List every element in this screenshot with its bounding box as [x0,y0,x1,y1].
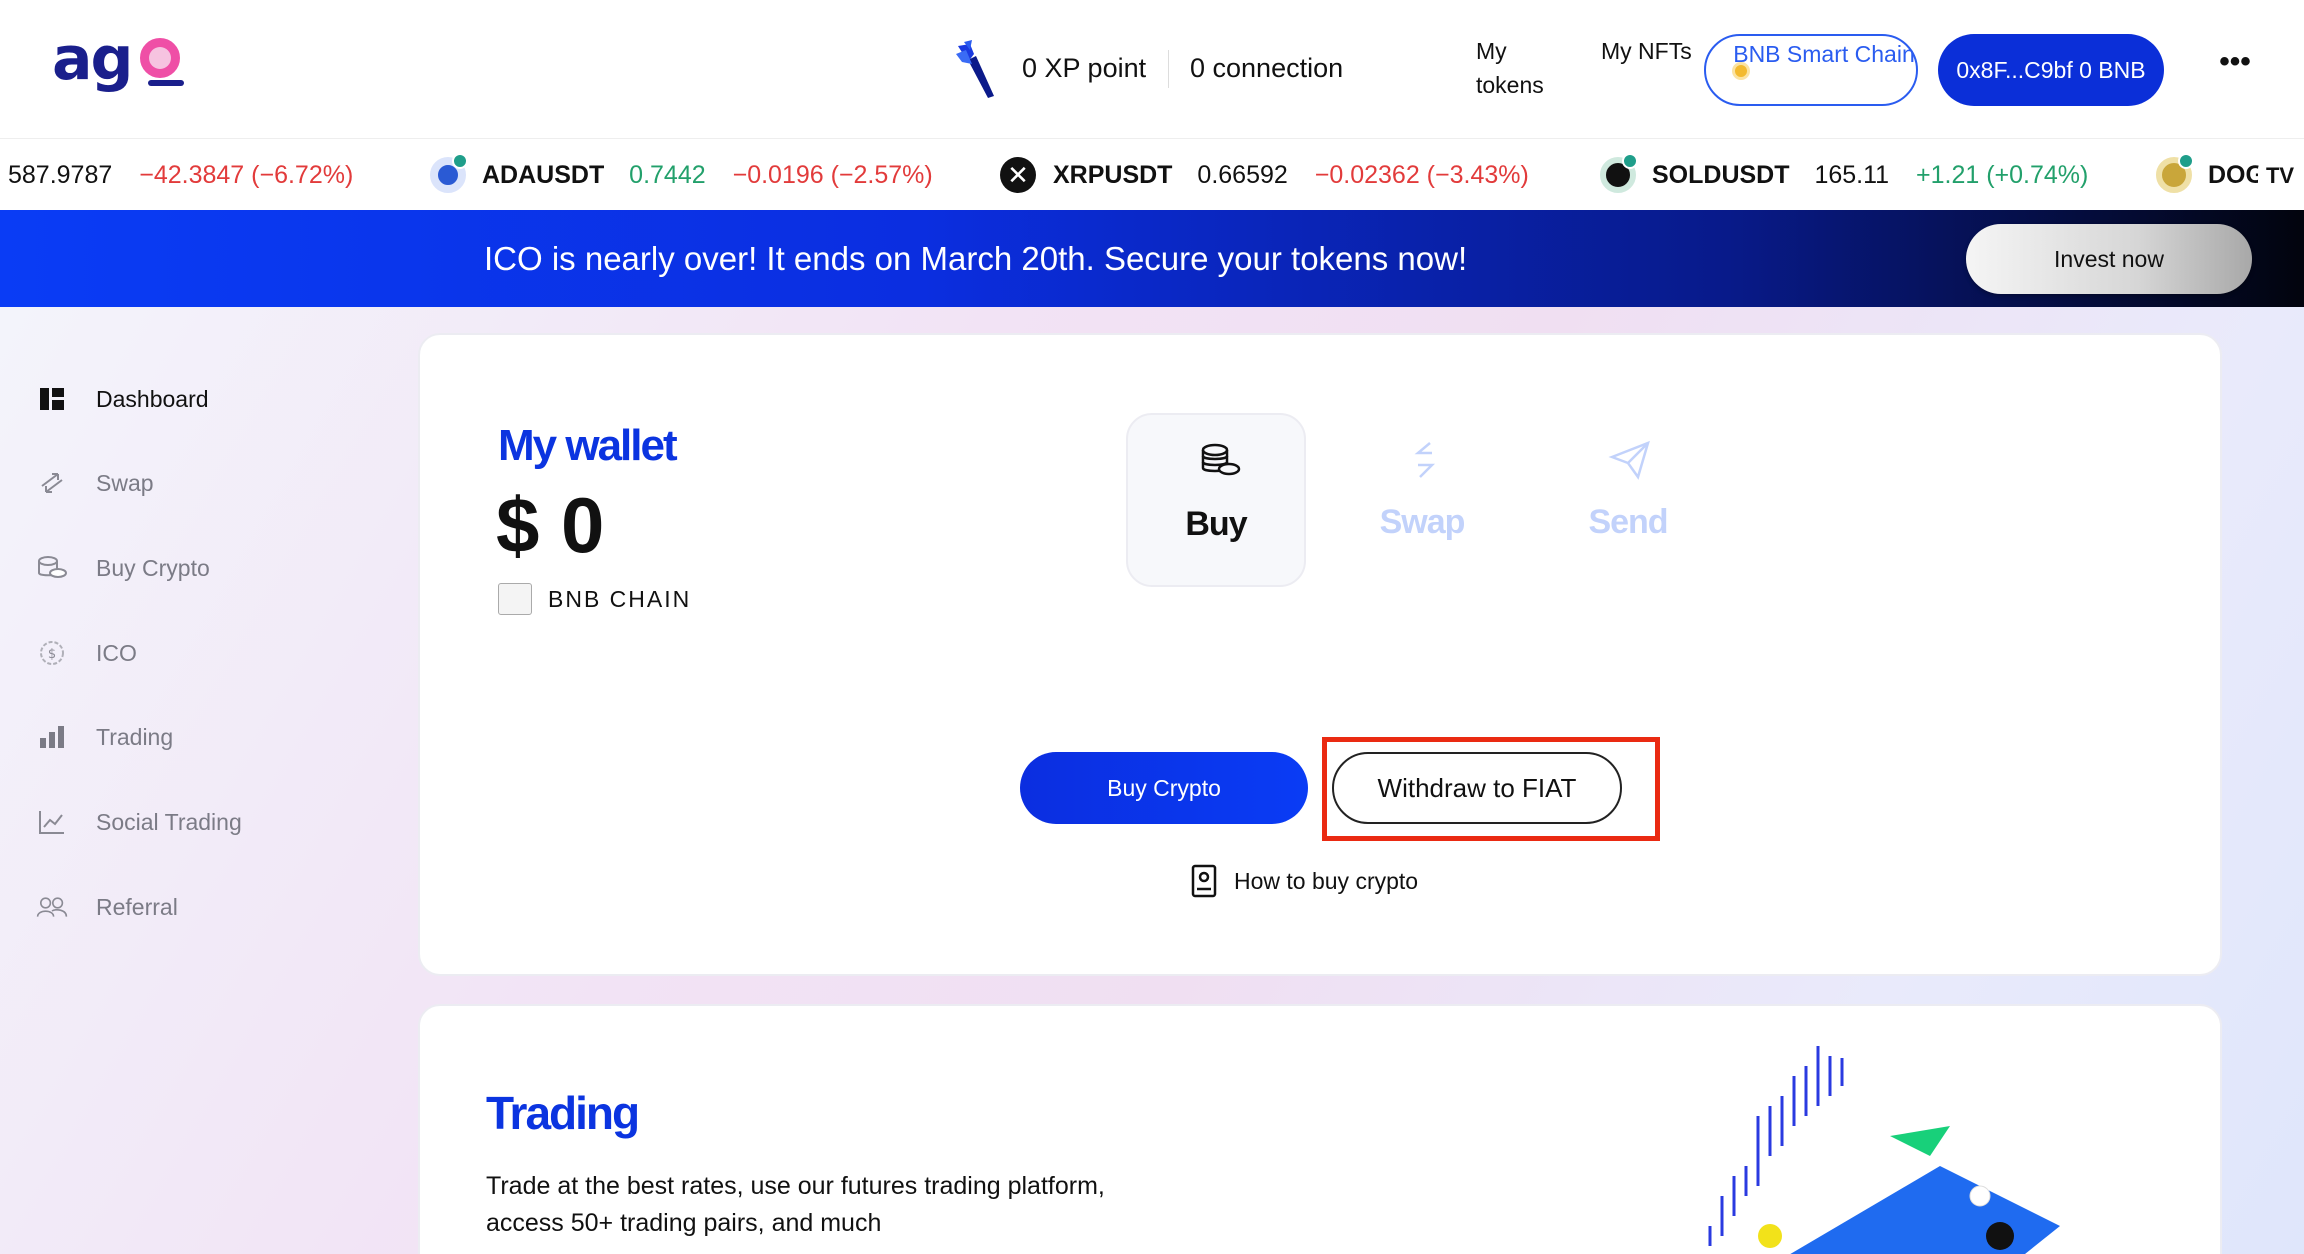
sidebar-item-ico[interactable]: $ ICO [36,628,356,678]
sidebar-item-dashboard[interactable]: Dashboard [36,374,356,424]
ticker-price: 587.9787 [8,161,113,189]
nav-my-tokens[interactable]: My tokens [1476,34,1576,102]
network-selector-button[interactable]: BNB Smart Chain [1704,34,1918,106]
ticker-symbol: ADAUSDT [482,161,605,189]
sidebar-item-label: Swap [96,470,154,496]
ticker-symbol: DOG [2208,161,2265,189]
wallet-title: My wallet [498,421,678,470]
users-icon [36,897,68,917]
buy-action-button[interactable]: Buy [1126,413,1306,587]
trading-illustration [1708,1046,2060,1254]
trading-description: Trade at the best rates, use our futures… [486,1172,1105,1237]
connection-count[interactable]: 0 connection [1190,50,1343,86]
sidebar-item-trading[interactable]: Trading [36,712,356,762]
sidebar-item-label: Dashboard [96,386,209,412]
nav-my-nfts[interactable]: My NFTs [1601,34,1701,68]
xrp-coin-icon: ✕ [1000,157,1036,193]
coin-badge-icon [2178,153,2194,169]
how-to-buy-label: How to buy crypto [1234,868,1419,894]
sidebar-item-label: ICO [96,640,137,666]
sidebar-item-swap[interactable]: Swap [36,458,356,508]
ticker-change: −42.3847 (−6.72%) [139,161,354,189]
ticker-item[interactable]: XRPUSDT 0.66592 −0.02362 (−3.43%) [1053,139,1529,210]
bnb-chain-image-icon [498,583,532,615]
swap-icon [41,473,63,493]
ticker-price: 0.7442 [629,161,706,189]
swap-action-button[interactable]: Swap [1332,413,1512,587]
xp-points[interactable]: 0 XP point [1022,50,1146,86]
paper-plane-icon [1608,440,1650,480]
ticker-price: 165.11 [1814,161,1890,189]
coin-badge-icon [452,153,468,169]
sidebar-item-label: Social Trading [96,809,242,835]
sidebar-item-label: Referral [96,894,178,920]
ticker-symbol: SOLDUSDT [1652,161,1790,189]
wallet-card: My wallet $ 0 BNB CHAIN Buy Swap Send Bu… [418,333,2222,976]
sidebar-item-buy-crypto[interactable]: Buy Crypto [36,543,356,593]
trading-card: Trading Trade at the best rates, use our… [418,1004,2222,1254]
guide-book-icon [1191,864,1217,898]
bar-chart-icon [40,726,64,748]
ico-coin-icon: $ [40,641,64,665]
torch-icon [956,40,994,98]
wallet-balance: $ 0 [496,481,605,569]
chain-name: BNB CHAIN [548,586,692,612]
top-header: ag 0 XP point 0 connection My tokens My … [0,0,2304,138]
sidebar-item-social-trading[interactable]: Social Trading [36,797,356,847]
line-chart-icon [39,811,64,834]
sidebar-item-label: Buy Crypto [96,555,210,581]
ticker-price: 0.66592 [1197,161,1288,189]
swap-label: Swap [1379,503,1466,541]
highlight-box [1322,737,1660,841]
sidebar: Dashboard Swap Buy Crypto $ ICO Trading [0,307,400,1254]
logo-text: ag [52,24,133,94]
logo-mark-icon [140,38,180,78]
send-action-button[interactable]: Send [1538,413,1718,587]
ticker-item: 587.9787 −42.3847 (−6.72%) [8,139,353,210]
coins-icon [1201,443,1241,476]
app-logo[interactable]: ag [52,24,184,94]
ticker-change: +1.21 (+0.74%) [1916,161,2089,189]
header-divider [1168,50,1169,88]
banner-text: ICO is nearly over! It ends on March 20t… [484,240,1468,277]
dashboard-icon [40,388,64,410]
ticker-symbol: XRPUSDT [1053,161,1173,189]
buy-label: Buy [1185,505,1247,543]
price-ticker[interactable]: 587.9787 −42.3847 (−6.72%) ADAUSDT 0.744… [0,138,2304,210]
send-label: Send [1588,503,1668,541]
sidebar-item-label: Trading [96,724,174,750]
ticker-item[interactable]: ADAUSDT 0.7442 −0.0196 (−2.57%) [482,139,933,210]
coins-icon [38,556,67,578]
ticker-change: −0.02362 (−3.43%) [1314,161,1529,189]
ticker-change: −0.0196 (−2.57%) [732,161,933,189]
buy-crypto-button[interactable]: Buy Crypto [1020,752,1308,824]
coin-badge-icon [1622,153,1638,169]
ticker-item[interactable]: SOLDUSDT 165.11 +1.21 (+0.74%) [1652,139,2088,210]
bnb-icon [1732,62,1750,80]
ico-banner: ICO is nearly over! It ends on March 20t… [0,210,2304,307]
invest-now-button[interactable]: Invest now [1966,224,2252,294]
more-menu-button[interactable]: ••• [2218,47,2252,80]
trading-title: Trading [486,1087,640,1139]
how-to-buy-link[interactable]: How to buy crypto [1190,863,1490,899]
tradingview-logo[interactable]: TV [2258,161,2302,191]
network-label: BNB Smart Chain [1733,41,1915,67]
svg-text:$: $ [48,647,56,662]
wallet-address-button[interactable]: 0x8F...C9bf 0 BNB [1938,34,2164,106]
swap-arrows-icon [1414,442,1436,478]
logo-underline [148,80,184,86]
sidebar-item-referral[interactable]: Referral [36,882,356,932]
